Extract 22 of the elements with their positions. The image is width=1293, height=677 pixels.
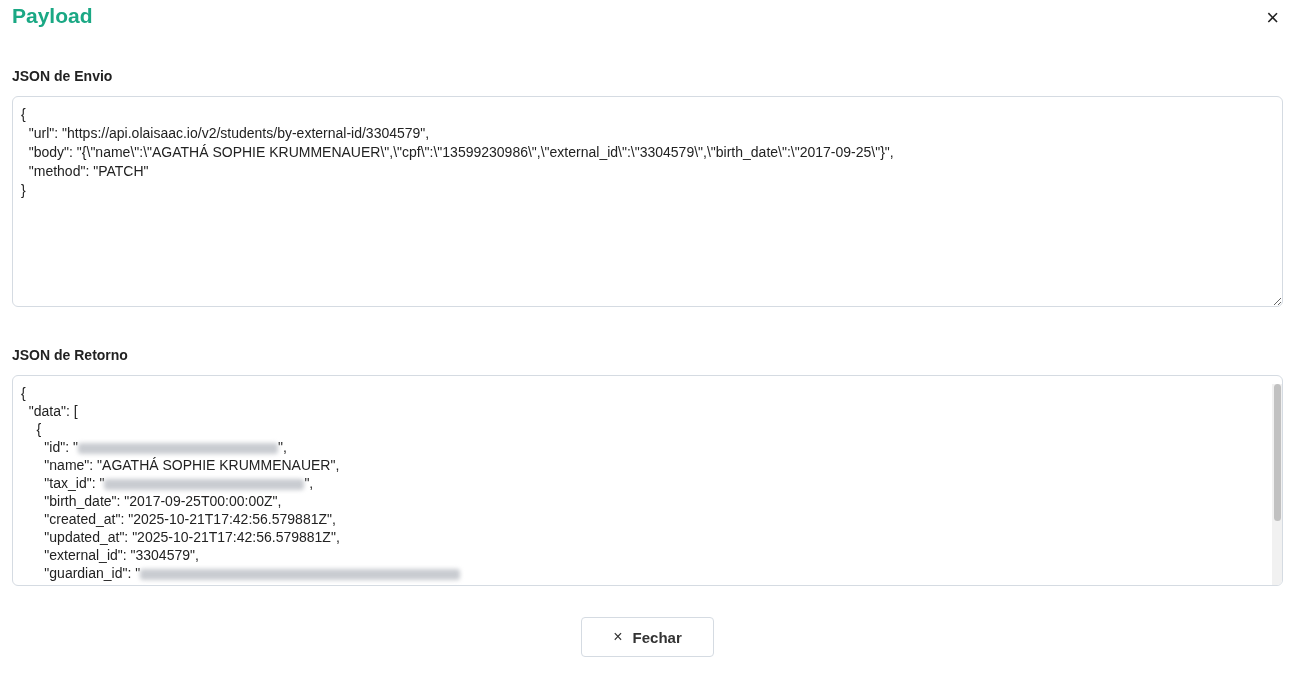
dialog-title: Payload [12, 4, 93, 28]
code-line: "birth_date": "2017-09-25T00:00:00Z", [43, 493, 282, 509]
code-line: { [35, 421, 42, 437]
code-line: "tax_id": " [43, 475, 105, 491]
code-line: { [21, 385, 26, 401]
code-line: "id": " [43, 439, 78, 455]
code-line: "updated_at": "2025-10-21T17:42:56.579881Z", [43, 529, 340, 545]
close-dialog-button[interactable]: × Fechar [581, 617, 714, 657]
code-line: ", [304, 475, 314, 491]
code-line: "created_at": "2025-10-21T17:42:56.579881Z", [43, 511, 336, 527]
close-icon: × [613, 628, 623, 646]
code-line: "external_id": "3304579", [43, 547, 199, 563]
code-line: ", [277, 439, 287, 455]
section-label: JSON de Retorno [12, 347, 129, 363]
close-button[interactable]: × [1262, 7, 1283, 29]
code-line: "name": "AGATHÁ SOPHIE KRUMMENAUER", [43, 457, 340, 473]
section-label: JSON de Envio [12, 68, 114, 84]
request-json-field[interactable]: { "url": "https://api.olaisaac.io/v2/students/by-external-id/3304579", "body": "{\"name\":\"AGATHÁ SOPHIE KRUMMENAUER\",\"cpf\":\"13599230986\",\"external_id\":\"3304579\",\"birth_date\":\"2017-09-25\"}", "method": "PATCH" } [12, 96, 1283, 307]
code-line: "guardian_id": " [43, 565, 141, 581]
response-json-field[interactable] [12, 375, 1283, 586]
code-line: "data": [ [27, 403, 78, 419]
scrollbar-thumb[interactable] [1273, 384, 1281, 521]
